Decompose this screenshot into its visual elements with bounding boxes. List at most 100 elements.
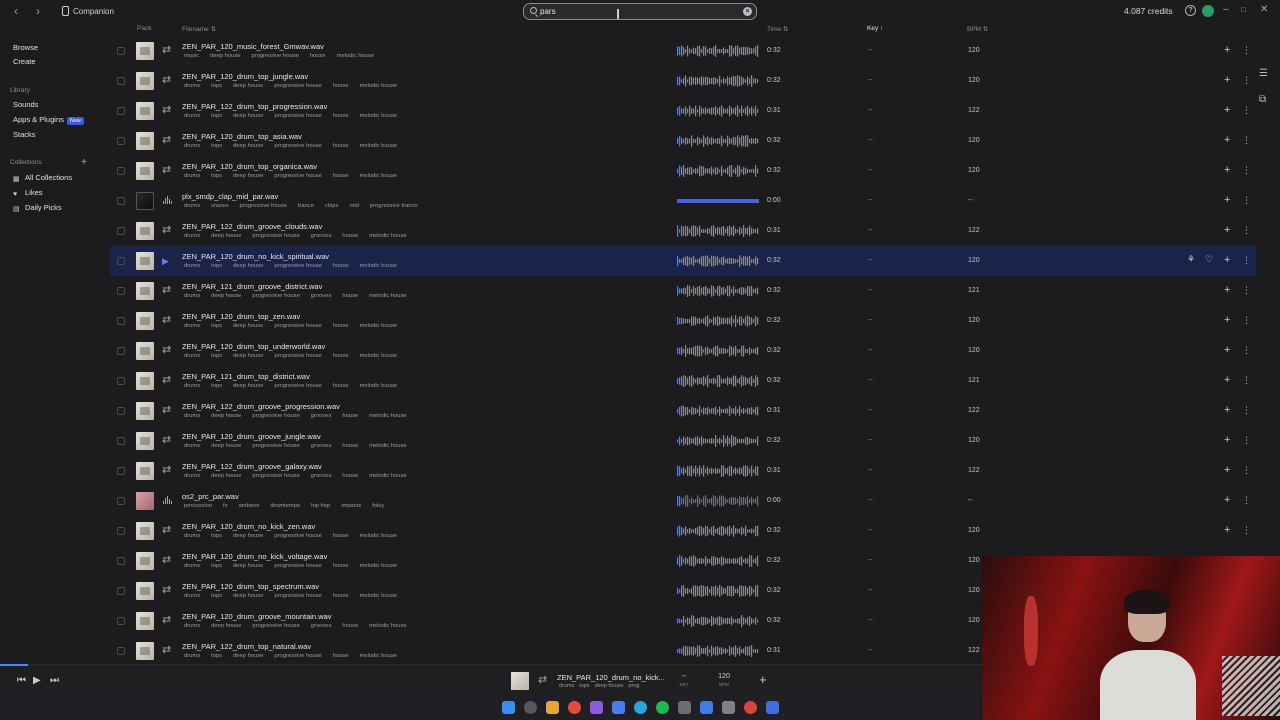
row-checkbox[interactable] (117, 437, 125, 445)
filename[interactable]: ZEN_PAR_121_drum_top_district.wav (182, 372, 310, 381)
filename[interactable]: ZEN_PAR_120_music_forest_Gmwav.wav (182, 42, 324, 51)
file-explorer-icon[interactable] (546, 701, 559, 714)
tag[interactable]: tops (209, 143, 224, 149)
app-icon[interactable] (722, 701, 735, 714)
tag[interactable]: ambient (237, 503, 262, 509)
tag[interactable]: house (340, 293, 360, 299)
table-row[interactable]: ⇄ ZEN_PAR_122_drum_groove_galaxy.wav drums… (110, 456, 1256, 486)
tag[interactable]: deep house (231, 143, 265, 149)
waveform[interactable] (677, 644, 759, 658)
tag[interactable]: deep house (231, 383, 265, 389)
tag[interactable]: progressive house (250, 293, 301, 299)
table-row[interactable]: ⇄ ZEN_PAR_120_drum_top_underworld.wav drum… (110, 336, 1256, 366)
add-icon[interactable]: + (1224, 194, 1230, 206)
app-icon[interactable] (766, 701, 779, 714)
tag[interactable]: grooves (309, 623, 334, 629)
tag[interactable]: tops (209, 383, 224, 389)
search-field[interactable]: × (523, 3, 757, 20)
pack-thumbnail[interactable] (136, 612, 154, 630)
table-row[interactable]: os2_prc_par.wav percussion fx ambient downte… (110, 486, 1256, 516)
tag[interactable]: progressive house (272, 593, 323, 599)
more-options-icon[interactable]: ⋮ (1242, 255, 1251, 265)
tag[interactable]: house (340, 233, 360, 239)
filename-column-header[interactable]: Filename ⇅ (182, 25, 216, 33)
tag[interactable]: melodic house (358, 593, 399, 599)
tag[interactable]: drums (182, 263, 202, 269)
tag[interactable]: house (340, 443, 360, 449)
tag[interactable]: fx (221, 503, 230, 509)
more-options-icon[interactable]: ⋮ (1242, 375, 1251, 385)
tag[interactable]: progressive house (250, 623, 301, 629)
add-collection-icon[interactable]: + (81, 157, 87, 168)
add-icon[interactable]: + (1224, 314, 1230, 326)
tag[interactable]: progressive house (272, 83, 323, 89)
tag[interactable]: melodic house (358, 83, 399, 89)
pack-thumbnail[interactable] (136, 132, 154, 150)
filename[interactable]: ZEN_PAR_122_drum_groove_clouds.wav (182, 222, 322, 231)
tag[interactable]: downtempo (268, 503, 302, 509)
table-row[interactable]: ⇄ ZEN_PAR_120_drum_top_asia.wav drums tops d… (110, 126, 1256, 156)
tag[interactable]: tops (209, 563, 224, 569)
tag[interactable]: drums (182, 173, 202, 179)
filename[interactable]: ZEN_PAR_120_drum_top_jungle.wav (182, 72, 308, 81)
row-checkbox[interactable] (117, 557, 125, 565)
tag[interactable]: progressive house (272, 263, 323, 269)
pack-thumbnail[interactable] (136, 282, 154, 300)
tag[interactable]: house (331, 83, 351, 89)
tag[interactable]: house (331, 143, 351, 149)
maximize-icon[interactable]: □ (1241, 5, 1246, 14)
add-icon[interactable]: + (1224, 104, 1230, 116)
filename[interactable]: ZEN_PAR_121_drum_groove_district.wav (182, 282, 322, 291)
tag[interactable]: melodic house (358, 353, 399, 359)
tag[interactable]: trance (296, 203, 316, 209)
tag[interactable]: deep house (231, 113, 265, 119)
tag[interactable]: melodic house (367, 473, 408, 479)
waveform[interactable] (677, 254, 759, 268)
tag[interactable]: melodic house (358, 653, 399, 659)
more-options-icon[interactable]: ⋮ (1242, 105, 1251, 115)
tag[interactable]: progressive house (250, 413, 301, 419)
waveform[interactable] (677, 44, 759, 58)
more-options-icon[interactable]: ⋮ (1242, 345, 1251, 355)
tag[interactable]: house (331, 533, 351, 539)
add-icon[interactable]: + (1224, 344, 1230, 356)
tag[interactable]: melodic house (335, 53, 376, 59)
tag[interactable]: progressive house (272, 143, 323, 149)
tag[interactable]: melodic house (367, 443, 408, 449)
pack-thumbnail[interactable] (136, 522, 154, 540)
waveform[interactable] (677, 554, 759, 568)
filename[interactable]: ZEN_PAR_120_drum_top_zen.wav (182, 312, 300, 321)
filename[interactable]: ZEN_PAR_120_drum_top_underworld.wav (182, 342, 325, 351)
tag[interactable]: tops (209, 533, 224, 539)
tag[interactable]: drums (182, 323, 202, 329)
tag[interactable]: grooves (309, 443, 334, 449)
more-options-icon[interactable]: ⋮ (1242, 45, 1251, 55)
tag[interactable]: melodic house (358, 113, 399, 119)
tag[interactable]: drums (182, 113, 202, 119)
more-options-icon[interactable]: ⋮ (1242, 285, 1251, 295)
filename[interactable]: ZEN_PAR_120_drum_top_organica.wav (182, 162, 317, 171)
pack-column-header[interactable]: Pack (137, 25, 151, 32)
nav-browse[interactable]: Browse (13, 43, 38, 52)
waveform[interactable] (677, 104, 759, 118)
tag[interactable]: deep house (209, 413, 243, 419)
tag[interactable]: tops (209, 173, 224, 179)
close-icon[interactable]: ✕ (1260, 4, 1268, 15)
back-icon[interactable]: ‹ (9, 4, 23, 18)
tag[interactable]: grooves (309, 293, 334, 299)
tag[interactable]: melodic house (358, 383, 399, 389)
tag[interactable]: progressive house (249, 53, 300, 59)
play-icon[interactable]: ▶ (162, 255, 169, 267)
filename[interactable]: ZEN_PAR_120_drum_no_kick_voltage.wav (182, 552, 327, 561)
telegram-icon[interactable] (634, 701, 647, 714)
tag[interactable]: deep house (209, 293, 243, 299)
tag[interactable]: drums (182, 623, 202, 629)
tag[interactable]: progressive house (272, 563, 323, 569)
tag[interactable]: house (331, 173, 351, 179)
row-checkbox[interactable] (117, 347, 125, 355)
time-column-header[interactable]: Time ⇅ (767, 25, 788, 33)
row-checkbox[interactable] (117, 137, 125, 145)
more-options-icon[interactable]: ⋮ (1242, 435, 1251, 445)
add-icon[interactable]: + (1224, 224, 1230, 236)
table-row[interactable]: plx_smdp_clap_mid_par.wav drums snares prog… (110, 186, 1256, 216)
